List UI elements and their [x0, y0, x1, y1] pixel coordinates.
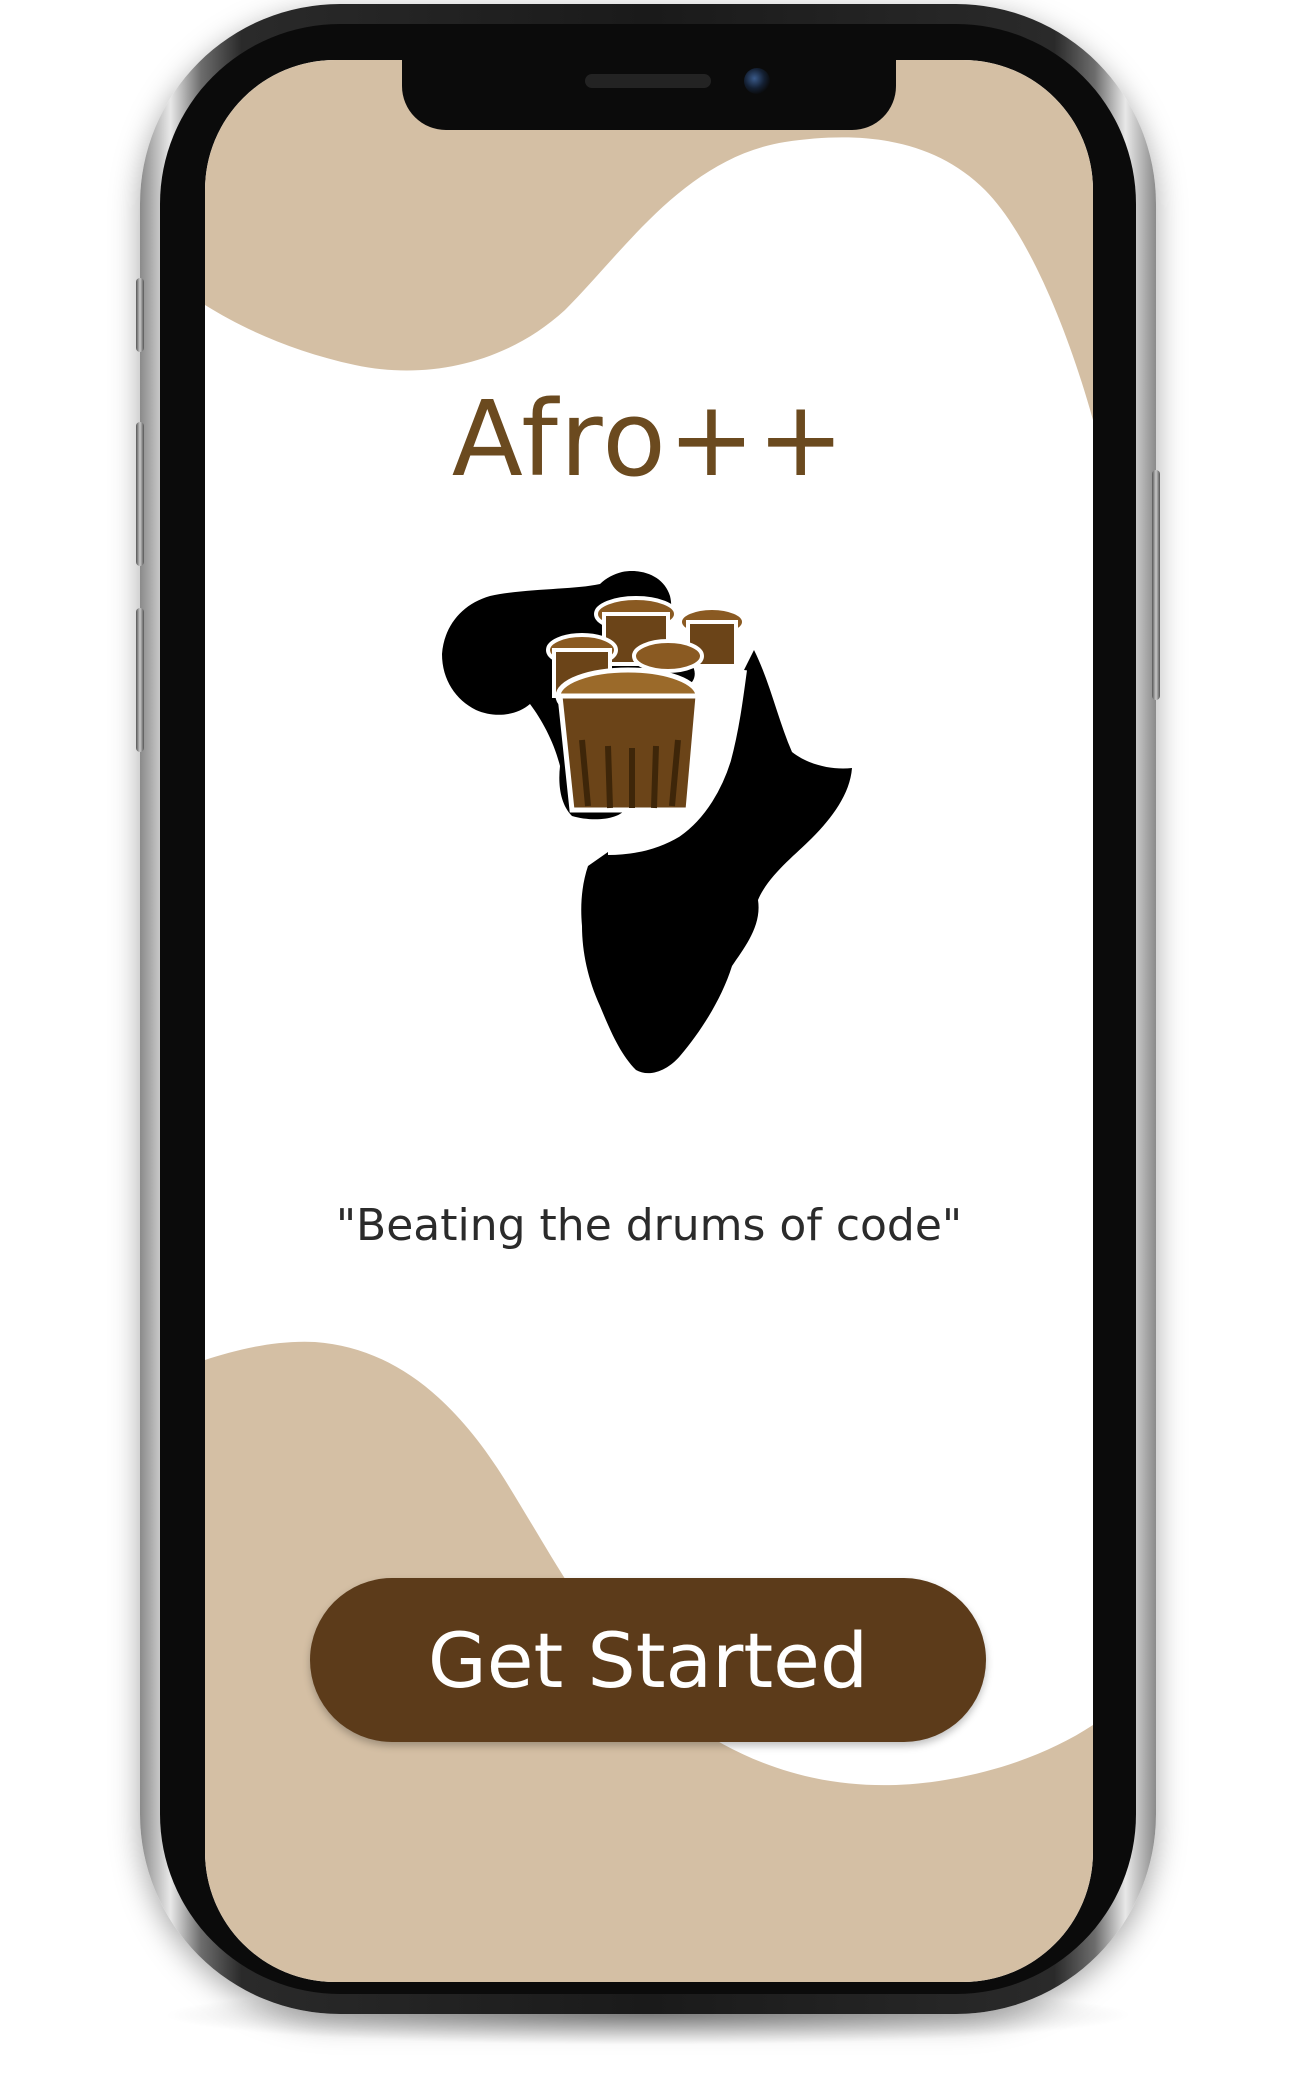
- app-tagline: "Beating the drums of code": [335, 1200, 963, 1251]
- phone-mute-switch: [136, 278, 144, 352]
- app-title: Afro++: [451, 378, 847, 500]
- phone-volume-up-button: [136, 422, 144, 566]
- get-started-label: Get Started: [427, 1615, 869, 1705]
- phone-notch: [402, 60, 896, 130]
- speaker-grille: [585, 74, 711, 88]
- africa-drummer-logo-icon: [442, 571, 852, 1074]
- phone-power-button: [1152, 470, 1160, 700]
- get-started-button[interactable]: Get Started: [310, 1578, 986, 1742]
- front-camera-icon: [744, 68, 770, 94]
- phone-volume-down-button: [136, 608, 144, 752]
